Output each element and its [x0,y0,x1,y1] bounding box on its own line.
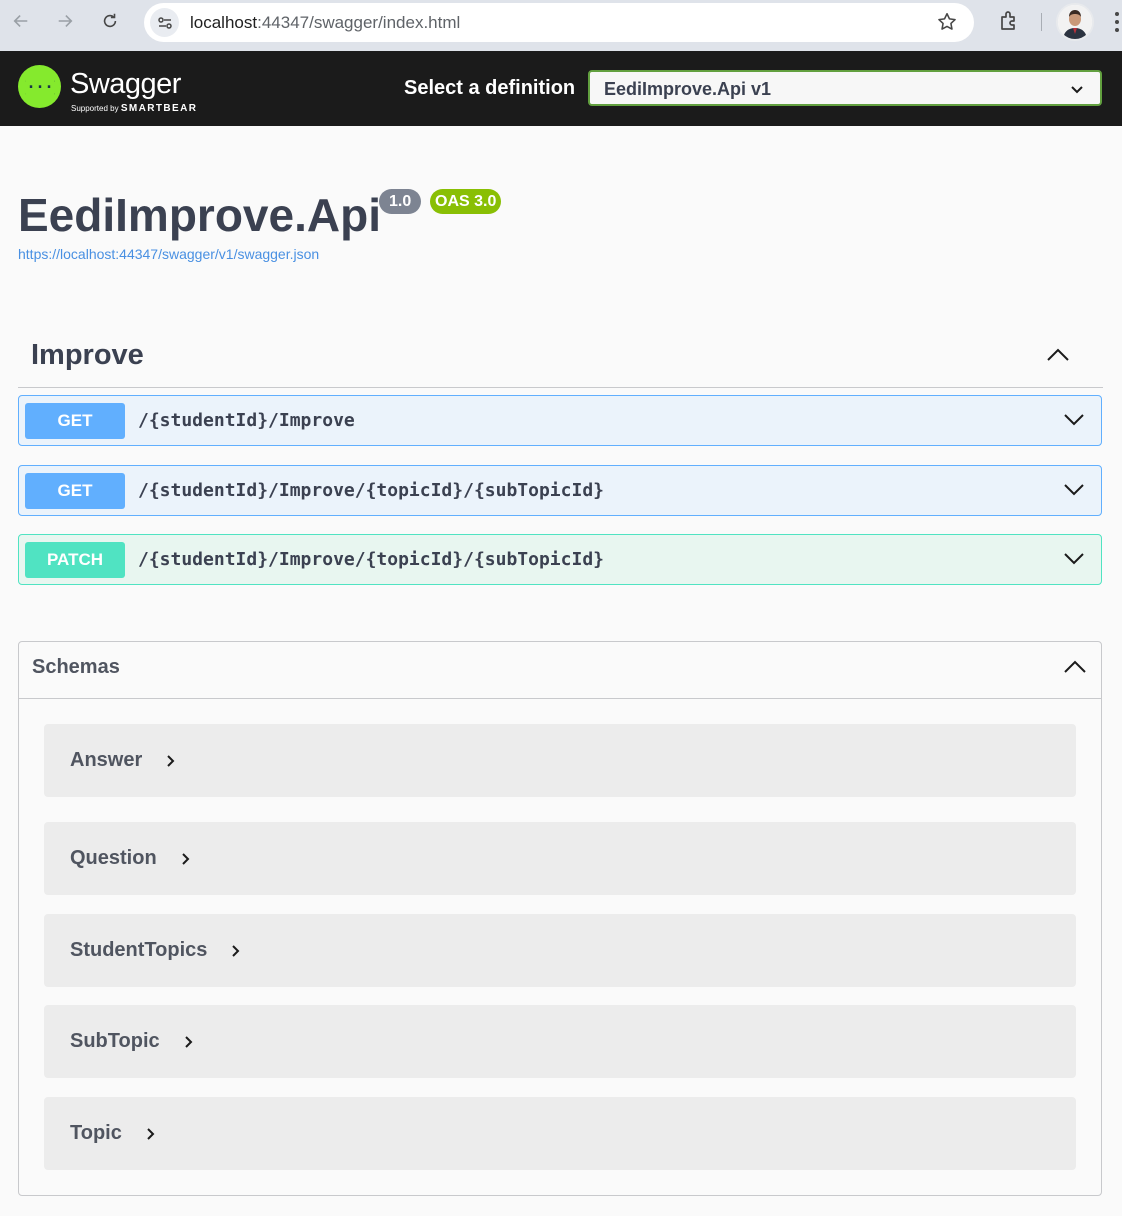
model-name: Answer [70,749,143,771]
definition-select[interactable]: EediImprove.Api v1 [588,70,1102,106]
extensions-icon[interactable] [997,9,1021,33]
oas-badge: OAS 3.0 [430,189,502,214]
operation-get-improve[interactable]: GET /{studentId}/Improve [18,395,1102,446]
schema-model-topic[interactable]: Topic [44,1097,1076,1170]
chevron-down-icon[interactable] [1063,482,1085,496]
spec-url-link[interactable]: https://localhost:44347/swagger/v1/swagg… [18,246,319,262]
swagger-logo-subtitle: Supported by SMARTBEAR [71,103,198,114]
chevron-right-icon [184,1035,193,1048]
chevron-right-icon [167,754,175,767]
schemas-section: Schemas Answer Question StudentTopics Su… [18,641,1102,1196]
method-badge: PATCH [25,542,125,578]
definition-select-value: EediImprove.Api v1 [604,79,772,99]
version-badge: 1.0 [379,189,422,214]
profile-avatar[interactable] [1056,3,1094,41]
model-name: SubTopic [70,1030,160,1052]
select-definition-label: Select a definition [404,77,576,99]
chevron-up-icon[interactable] [1045,346,1071,364]
method-badge: GET [25,403,125,439]
forward-icon[interactable] [52,8,78,34]
tag-title-improve[interactable]: Improve [31,339,144,372]
operation-path: /{studentId}/Improve/{topicId}/{subTopic… [138,549,604,570]
back-icon[interactable] [8,8,34,34]
toolbar-divider [1041,13,1042,31]
model-name: Topic [70,1122,122,1144]
operation-path: /{studentId}/Improve/{topicId}/{subTopic… [138,480,604,501]
chevron-up-icon[interactable] [1063,659,1087,675]
browser-toolbar: localhost:44347/swagger/index.html [0,0,1122,51]
schema-model-studenttopics[interactable]: StudentTopics [44,914,1076,987]
operation-path: /{studentId}/Improve [138,410,355,431]
url-text[interactable]: localhost:44347/swagger/index.html [190,13,460,33]
site-info-icon[interactable] [150,8,179,37]
address-bar[interactable]: localhost:44347/swagger/index.html [144,3,974,42]
tag-divider [18,387,1103,388]
schema-model-subtopic[interactable]: SubTopic [44,1005,1076,1078]
svg-text:{···}: {···} [25,78,55,96]
schema-model-answer[interactable]: Answer [44,724,1076,797]
chevron-right-icon [232,944,240,957]
reload-icon[interactable] [97,8,123,34]
schemas-divider [19,698,1101,699]
schemas-title[interactable]: Schemas [32,656,120,679]
model-name: StudentTopics [70,939,208,961]
bookmark-star-icon[interactable] [936,11,958,33]
chevron-down-icon[interactable] [1063,412,1085,426]
chevron-down-icon[interactable] [1063,551,1085,565]
swagger-logo-icon[interactable]: {···} [18,65,61,108]
schema-model-question[interactable]: Question [44,822,1076,895]
operation-get-improve-subtopic[interactable]: GET /{studentId}/Improve/{topicId}/{subT… [18,465,1102,516]
swagger-logo-text: Swagger [70,68,181,100]
method-badge: GET [25,473,125,509]
operation-patch-improve-subtopic[interactable]: PATCH /{studentId}/Improve/{topicId}/{su… [18,534,1102,585]
swagger-topbar: {···} Swagger Supported by SMARTBEAR Sel… [0,51,1122,126]
model-name: Question [70,847,157,869]
chevron-right-icon [147,1127,155,1140]
api-title: EediImprove.Api [18,189,381,241]
menu-icon[interactable] [1112,10,1122,34]
chevron-right-icon [181,852,190,865]
chevron-down-icon [1071,86,1083,94]
